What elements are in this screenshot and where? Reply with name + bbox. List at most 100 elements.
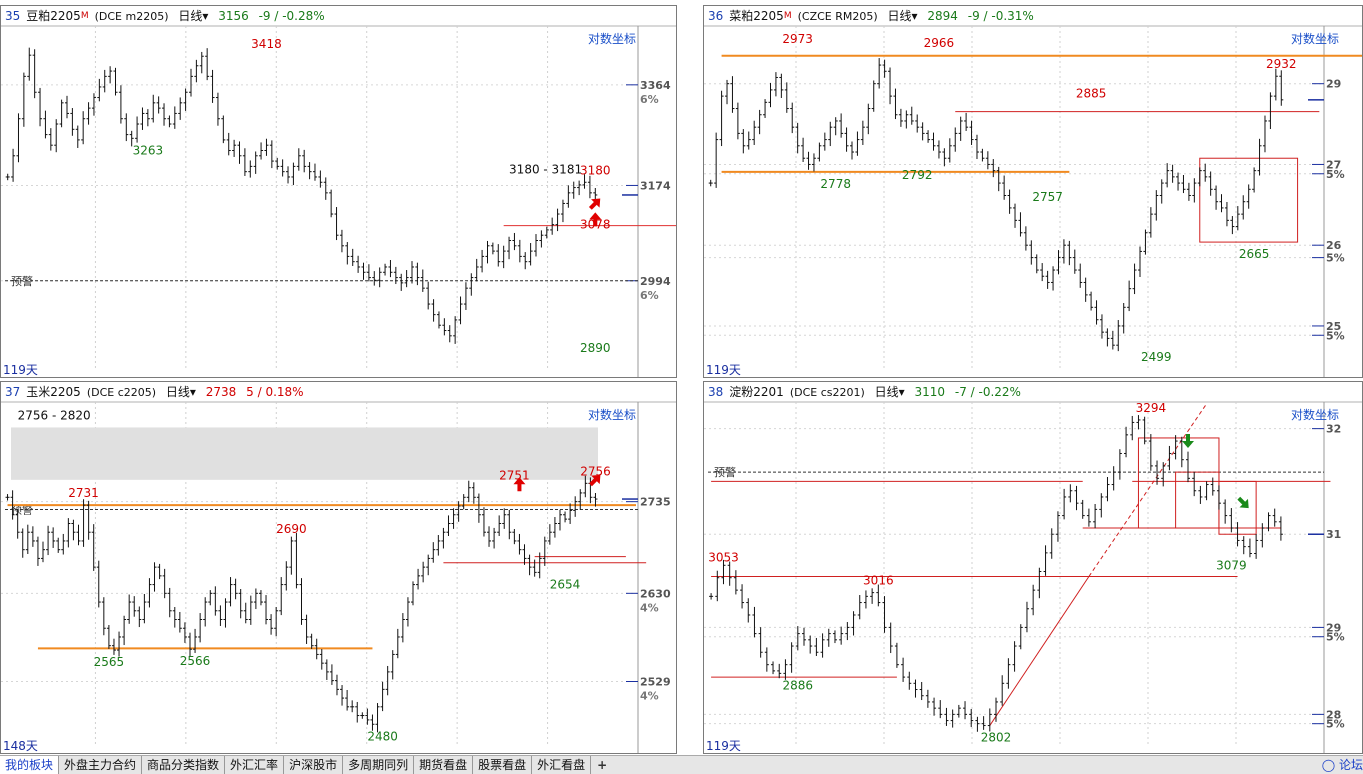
chart-panel-36[interactable]: 36 菜粕2205M (CZCE RM205) 日线▾ 2894 -9 / -0.3… (703, 5, 1363, 378)
ohlc-bar (497, 515, 502, 536)
ohlc-bar (172, 106, 177, 129)
ohlc-bar (779, 73, 784, 98)
ohlc-bar (56, 537, 61, 553)
ohlc-bar (102, 69, 107, 93)
axis-tick-label: 2529 (640, 675, 671, 688)
ohlc-bar (568, 503, 573, 524)
ohlc-bar (557, 509, 562, 531)
ohlc-bar (97, 78, 102, 102)
ohlc-bar (334, 207, 339, 241)
ohlc-bar (492, 527, 497, 549)
ohlc-bar (522, 544, 527, 565)
ohlc-bar (1208, 171, 1213, 196)
ohlc-bar (789, 642, 794, 673)
forum-link[interactable]: ◯ 论坛 (1322, 756, 1363, 774)
axis-pct-label: 6% (640, 93, 659, 106)
ohlc-bar (198, 613, 203, 643)
ohlc-bar (426, 281, 431, 310)
ohlc-bar (27, 47, 32, 81)
log-scale-button[interactable]: 对数坐标 (588, 406, 636, 423)
ohlc-bar (223, 598, 228, 628)
log-scale-button[interactable]: 对数坐标 (1291, 30, 1339, 47)
axis-pct-label: 4% (640, 601, 659, 614)
ohlc-bar (264, 138, 269, 156)
ohlc-bar (958, 116, 963, 141)
ohlc-bar (1083, 277, 1088, 302)
ohlc-bar (501, 245, 506, 269)
ohlc-bar (1167, 445, 1172, 471)
price-label: 3180 - 3181 (509, 163, 582, 177)
ohlc-bar (404, 270, 409, 288)
ohlc-bar (32, 49, 37, 99)
ohlc-bar (1273, 68, 1278, 101)
ohlc-bar (441, 527, 446, 549)
ohlc-bar (1132, 263, 1137, 295)
log-scale-button[interactable]: 对数坐标 (1291, 406, 1339, 423)
axis-tick-label: 2735 (640, 496, 671, 509)
tab-fx-rates[interactable]: 外汇汇率 (225, 756, 285, 774)
ohlc-bar (850, 141, 854, 160)
ohlc-bar (888, 622, 893, 654)
price-label: 3294 (1136, 401, 1167, 415)
tab-fx-watch[interactable]: 外汇看盘 (532, 756, 592, 774)
tab-futures-watch[interactable]: 期货看盘 (414, 756, 474, 774)
chart-panel-38[interactable]: 38 淀粉2201 (DCE cs2201) 日线▾ 3110 -7 / -0.22… (703, 381, 1363, 754)
price-label: 2890 (580, 341, 611, 355)
tab-my-sectors[interactable]: 我的板块 (0, 756, 60, 774)
ohlc-bar (296, 148, 301, 171)
ohlc-bar (228, 577, 233, 607)
ohlc-bar (377, 267, 382, 288)
ohlc-bar (746, 598, 751, 623)
log-scale-button[interactable]: 对数坐标 (588, 30, 636, 47)
ohlc-bar (876, 584, 881, 607)
ohlc-bar (845, 622, 850, 641)
ohlc-bar (218, 605, 223, 626)
price-chart[interactable]: 33646%317429946%预警341832633180 - 3181307… (1, 6, 677, 378)
ohlc-bar (882, 59, 887, 78)
add-tab-button[interactable]: + (591, 756, 613, 774)
ohlc-bar (1121, 303, 1126, 334)
ohlc-bar (178, 97, 183, 120)
ohlc-bar (563, 511, 568, 523)
ohlc-bar (882, 596, 887, 633)
axis-tick-label: 5% (1326, 168, 1345, 181)
tab-multi-period[interactable]: 多周期同列 (343, 756, 415, 774)
ohlc-bar (969, 120, 974, 145)
ohlc-bar (1214, 185, 1219, 210)
ohlc-bar (1148, 207, 1153, 238)
tab-foreign-main-contracts[interactable]: 外盘主力合约 (59, 756, 143, 774)
ohlc-bar (1165, 163, 1170, 188)
price-label: 3053 (708, 551, 739, 565)
price-label: 3016 (863, 574, 894, 588)
price-chart[interactable]: 29275%265%255%2973 2966288527782792275726… (704, 6, 1363, 378)
price-label: 2480 (367, 729, 398, 743)
ohlc-bar (866, 103, 871, 135)
chart-panel-37[interactable]: 37 玉米2205 (DCE c2205) 日线▾ 2738 5 / 0.18% 2… (0, 381, 677, 754)
ohlc-bar (1078, 263, 1083, 288)
ohlc-bar (334, 674, 339, 696)
ohlc-bar (925, 689, 930, 708)
ohlc-bar (727, 561, 732, 586)
ohlc-bar (162, 568, 167, 599)
ohlc-bar (888, 67, 893, 105)
chart-panel-35[interactable]: 35 豆粕2205M (DCE m2205) 日线▾ 3156 -9 / -0.28… (0, 5, 677, 378)
ohlc-bar (416, 568, 421, 590)
ohlc-bar (817, 142, 822, 162)
ohlc-bar (814, 637, 819, 657)
ohlc-bar (1023, 226, 1028, 251)
ohlc-bar (30, 526, 35, 547)
ohlc-bar (106, 625, 111, 649)
tab-sh-sz-stocks[interactable]: 沪深股市 (284, 756, 344, 774)
price-chart[interactable]: 273526304%25294%预警2756 - 282027312690256… (1, 382, 677, 754)
tab-commodity-index[interactable]: 商品分类指数 (142, 756, 226, 774)
ohlc-bar (51, 527, 56, 548)
price-chart[interactable]: 3231295%285%预警329430533016288628023079 (704, 382, 1363, 754)
ohlc-bar (48, 128, 53, 151)
ohlc-bar (137, 606, 142, 628)
ohlc-bar (1062, 488, 1067, 520)
ohlc-bar (1176, 172, 1181, 191)
tab-stock-watch[interactable]: 股票看盘 (473, 756, 533, 774)
ohlc-bar (764, 647, 769, 672)
ohlc-bar (931, 132, 936, 151)
ohlc-bar (771, 661, 776, 675)
